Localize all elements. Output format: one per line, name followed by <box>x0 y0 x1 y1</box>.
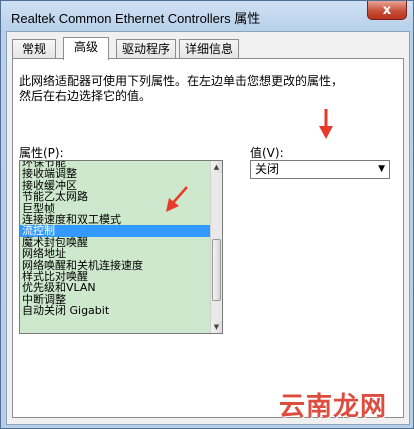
tab-general[interactable]: 常规 <box>12 39 56 59</box>
scroll-up-icon[interactable]: ▲ <box>211 161 222 173</box>
close-icon: x <box>382 2 392 18</box>
value-dropdown[interactable]: 关闭 ▼ <box>250 160 390 179</box>
watermark-logo: 云南龙网 <box>279 392 388 422</box>
value-dropdown-selected: 关闭 <box>255 162 280 176</box>
value-label: 值(V): <box>250 146 284 160</box>
property-list-scrollbar[interactable]: ▲ ▼ <box>210 161 222 333</box>
property-label: 属性(P): <box>19 146 64 160</box>
scrollbar-thumb[interactable] <box>212 239 221 301</box>
property-list-item[interactable]: 自动关闭 Gigabit <box>20 305 212 317</box>
properties-window: Realtek Common Ethernet Controllers 属性 x… <box>0 0 414 429</box>
scroll-down-icon[interactable]: ▼ <box>211 321 222 333</box>
red-arrow-annotation <box>319 109 333 139</box>
advanced-panel: 此网络适配器可使用下列属性。在左边单击您想更改的属性， 然后在右边选择它的值。 … <box>12 58 404 418</box>
red-arrow-annotation <box>166 186 188 212</box>
close-button[interactable]: x <box>367 1 407 20</box>
panel-description: 此网络适配器可使用下列属性。在左边单击您想更改的属性， 然后在右边选择它的值。 <box>19 74 344 103</box>
tab-details[interactable]: 详细信息 <box>179 39 239 59</box>
property-list-item[interactable]: 优先级和VLAN <box>20 282 212 294</box>
window-title: Realtek Common Ethernet Controllers 属性 <box>11 11 261 26</box>
tab-advanced[interactable]: 高级 <box>63 37 109 60</box>
tab-driver[interactable]: 驱动程序 <box>116 39 176 59</box>
property-list-item[interactable]: 网络地址 <box>20 248 212 260</box>
dialog-body: 常规 高级 驱动程序 详细信息 此网络适配器可使用下列属性。在左边单击您想更改的… <box>6 31 410 425</box>
property-list[interactable]: 环保节能 接收端调整 接收缓冲区 节能乙太网路 巨型帧 连接速度和双工模式 流控制 魔术封包唤… <box>19 160 223 334</box>
chevron-down-icon[interactable]: ▼ <box>378 161 385 178</box>
